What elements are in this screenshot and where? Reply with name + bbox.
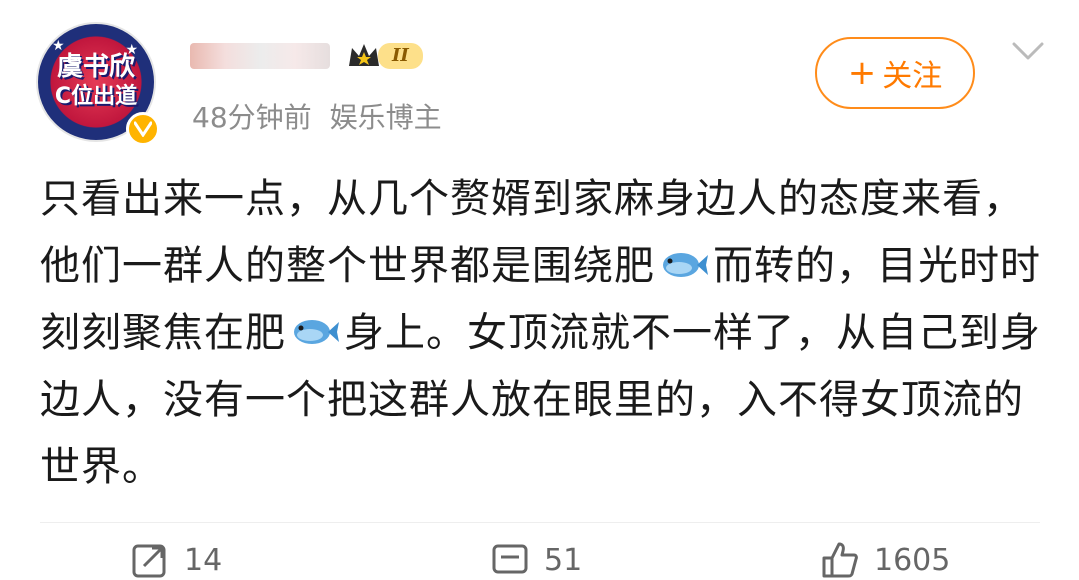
follow-button[interactable]: + 关注 <box>815 37 975 109</box>
author-name-blurred[interactable] <box>190 43 330 69</box>
post-meta: 48分钟前 娱乐博主 <box>192 96 442 136</box>
divider <box>40 522 1040 523</box>
rank-badge: II <box>346 40 423 72</box>
chevron-down-icon[interactable] <box>1008 40 1048 64</box>
repost-count: 14 <box>184 542 223 578</box>
verified-badge-icon <box>126 112 160 146</box>
crown-icon <box>349 44 379 66</box>
thumbs-up-icon <box>822 542 858 578</box>
like-button[interactable]: 1605 <box>820 540 950 580</box>
plus-icon: + <box>847 53 877 93</box>
repost-icon <box>132 544 166 578</box>
repost-button[interactable]: 14 <box>130 540 222 580</box>
comment-icon <box>492 544 528 574</box>
post-time: 48分钟前 <box>192 101 312 134</box>
comment-count: 51 <box>544 542 583 578</box>
author-category: 娱乐博主 <box>329 101 442 134</box>
rank-level-label: II <box>378 43 423 69</box>
avatar-text-line-2: C位出道 <box>54 84 138 109</box>
author-name-row: II <box>190 38 423 74</box>
avatar-text-line-1: 虞书欣 <box>56 52 135 82</box>
like-count: 1605 <box>874 542 951 578</box>
fish-icon <box>294 320 339 344</box>
follow-label: 关注 <box>882 59 943 94</box>
comment-button[interactable]: 51 <box>490 540 582 580</box>
avatar-text: 虞书欣 C位出道 <box>38 52 154 112</box>
post-body: 只看出来一点，从几个赘婿到家麻身边人的态度来看，他们一群人的整个世界都是围绕肥 … <box>40 166 1050 501</box>
avatar[interactable]: ★ ★ 虞书欣 C位出道 <box>36 22 160 146</box>
fish-icon <box>663 253 708 277</box>
